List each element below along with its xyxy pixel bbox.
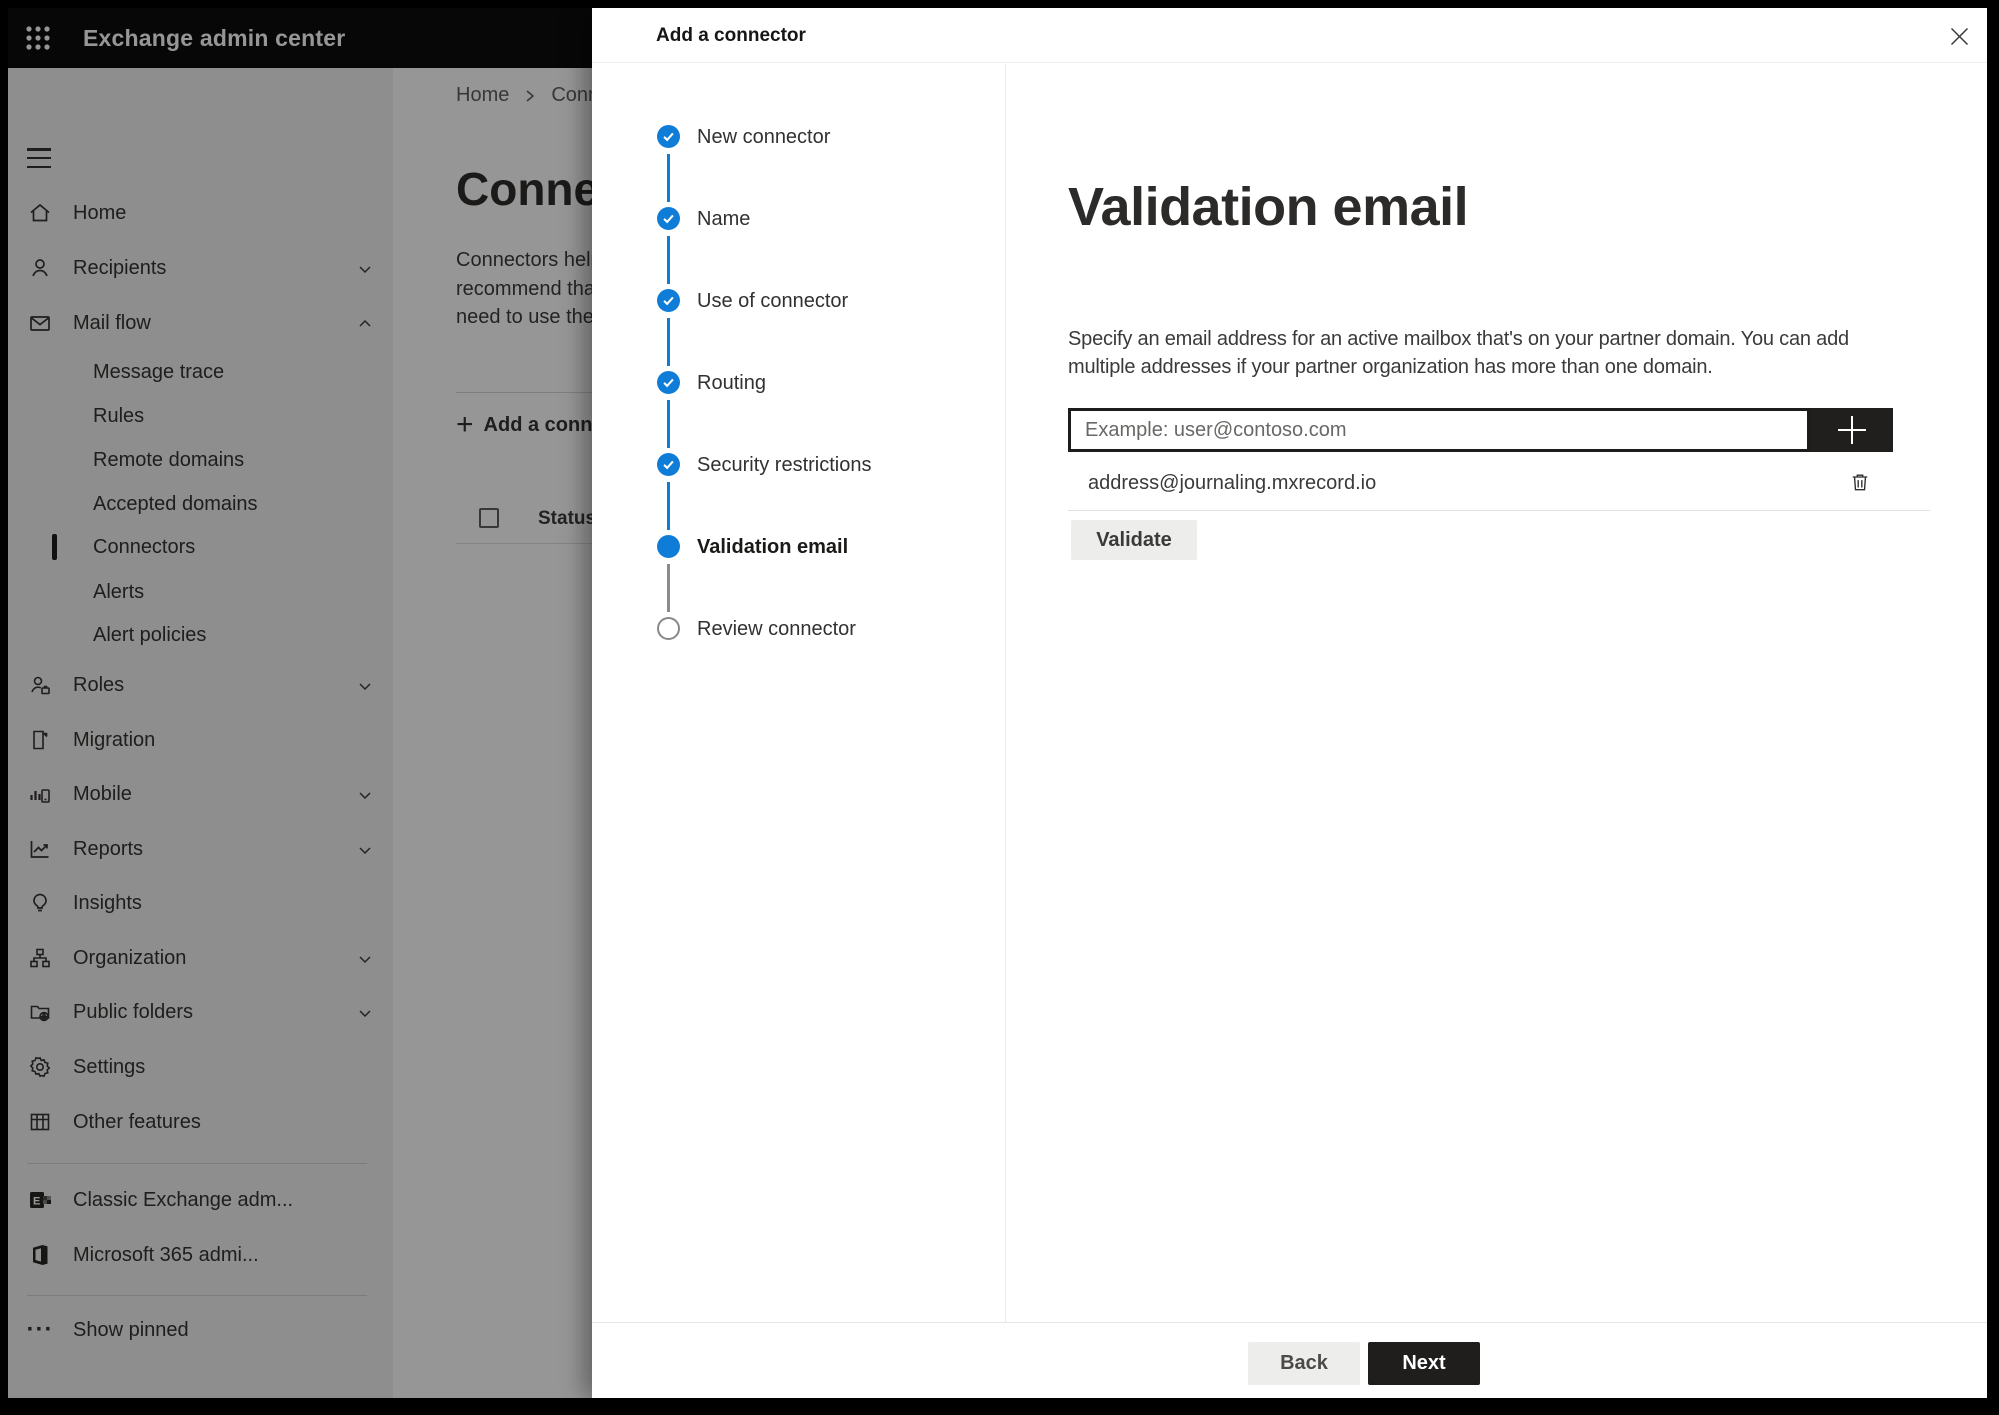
step-heading: Validation email — [1068, 177, 1469, 237]
panel-title: Add a connector — [656, 25, 806, 46]
screenshot-frame: Exchange admin center Home Recipients Ma… — [0, 0, 1999, 1415]
step-current-icon — [657, 535, 680, 558]
panel-header: Add a connector — [592, 8, 1987, 63]
step-connector-line — [667, 236, 670, 284]
close-icon — [1950, 27, 1968, 45]
instructions-line: Specify an email address for an active m… — [1068, 328, 1849, 350]
add-connector-panel: Add a connector New connector Name Use o… — [592, 8, 1987, 1398]
step-complete-icon — [657, 453, 680, 476]
step-complete-icon — [657, 289, 680, 312]
plus-icon — [1837, 416, 1866, 444]
footer-divider — [592, 1322, 1987, 1323]
step-connector-line — [667, 154, 670, 202]
back-button[interactable]: Back — [1248, 1342, 1360, 1385]
step-routing[interactable]: Routing — [697, 369, 766, 397]
step-connector-line — [667, 400, 670, 448]
step-complete-icon — [657, 125, 680, 148]
step-use-of-connector[interactable]: Use of connector — [697, 287, 848, 315]
add-email-button[interactable] — [1810, 408, 1893, 452]
step-validation-email[interactable]: Validation email — [697, 533, 848, 561]
step-new-connector[interactable]: New connector — [697, 123, 830, 151]
step-review-connector[interactable]: Review connector — [697, 615, 856, 643]
validate-button[interactable]: Validate — [1071, 520, 1197, 560]
next-button[interactable]: Next — [1368, 1342, 1480, 1385]
email-address-input[interactable] — [1068, 408, 1810, 452]
step-connector-line — [667, 318, 670, 366]
step-connector-line — [667, 564, 670, 612]
validation-address-item: address@journaling.mxrecord.io — [1088, 472, 1377, 494]
step-security-restrictions[interactable]: Security restrictions — [697, 451, 872, 479]
step-complete-icon — [657, 207, 680, 230]
close-button[interactable] — [1942, 20, 1976, 52]
delete-address-button[interactable] — [1844, 466, 1876, 498]
step-connector-line — [667, 482, 670, 530]
address-list-divider — [1068, 510, 1930, 511]
step-name[interactable]: Name — [697, 205, 750, 233]
step-upcoming-icon — [657, 617, 680, 640]
instructions-line: multiple addresses if your partner organ… — [1068, 356, 1713, 378]
app-window: Exchange admin center Home Recipients Ma… — [8, 8, 1987, 1398]
wizard-column-divider — [1005, 64, 1006, 1322]
step-complete-icon — [657, 371, 680, 394]
trash-icon — [1852, 474, 1868, 491]
